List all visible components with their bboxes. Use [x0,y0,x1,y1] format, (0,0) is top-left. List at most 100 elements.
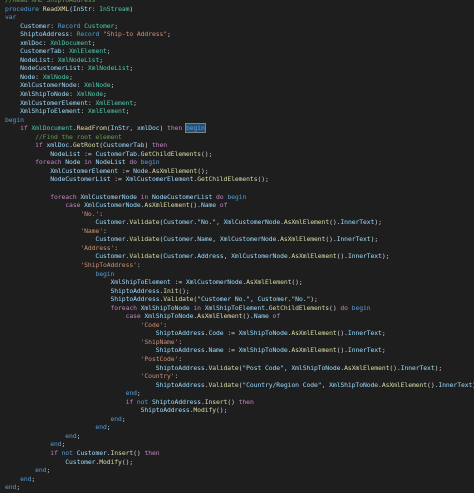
code-token: : [114,243,119,252]
code-line[interactable]: XmlShipToElement: XmlElement; [5,107,472,116]
code-line[interactable]: ShiptoAddress.Validate("Country/Region C… [5,380,474,390]
code-line[interactable]: end; [5,475,472,484]
code-token: end [5,483,17,492]
code-token: NodeCustomerList [151,192,213,201]
code-line[interactable]: XmlCustomerNode: XmlNode; [5,81,472,90]
code-line[interactable]: Node: XmlNode; [5,73,472,82]
code-token: , [216,218,224,227]
code-token: := [118,166,134,175]
code-token: (). [242,312,254,321]
code-line[interactable]: Customer.Validate(Customer."No.", XmlCus… [5,218,472,227]
code-line[interactable]: procedure ReadXML(InStr: InStream) [5,5,472,14]
code-line[interactable]: var [5,13,472,22]
code-line[interactable]: //Find the root element [5,133,472,142]
code-token: in [80,158,96,167]
code-line[interactable]: Customer.Validate(Customer.Address, XmlC… [5,252,472,261]
code-token: do [212,192,228,201]
code-token: Customer [257,295,288,304]
code-line[interactable]: ShiptoAddress.Modify(); [5,406,472,415]
code-line[interactable]: ShiptoAddress.Code := XmlShipToNode.AsXm… [5,329,472,338]
code-token: Insert [204,397,228,406]
code-token: then [144,448,160,457]
code-token: ShiptoAddress [140,406,190,415]
code-line[interactable]: 'Code': [5,321,472,330]
code-line[interactable]: 'PostCode': [5,355,472,364]
code-token: begin [351,303,371,312]
code-token: Modify [193,406,217,415]
code-token: in [189,303,205,312]
code-token: , [212,235,220,244]
code-line[interactable]: end; [5,432,472,441]
code-line[interactable]: if not Customer.Insert() then [5,449,472,458]
code-line[interactable]: foreach Node in NodeList do begin [5,158,472,167]
code-line[interactable]: XmlCustomerElement: XmlElement; [5,99,472,108]
code-line[interactable] [5,184,472,193]
code-line[interactable]: 'Country': [5,372,472,381]
code-line[interactable]: Customer.Modify(); [5,458,472,467]
code-line[interactable]: if not ShiptoAddress.Insert() then [5,398,472,407]
code-token: begin [184,123,206,134]
code-line[interactable]: foreach XmlShipToNode in XmlShipToElemen… [5,304,472,313]
code-token: := [223,329,239,338]
code-line[interactable]: if xmlDoc.GetRoot(CustomerTab) then [5,141,472,150]
code-line[interactable]: end; [5,389,472,398]
code-line[interactable]: Customer: Record Customer; [5,22,472,31]
code-line[interactable]: case XmlShipToNode.AsXmlElement().Name o… [5,312,472,321]
code-line[interactable]: ShiptoAddress.Validate("Post Code", XmlS… [5,364,472,373]
code-token: Name [208,346,224,355]
code-area[interactable]: //Read XML ShipToAddress procedure ReadXM… [5,0,474,492]
code-line[interactable]: ShiptoAddress.Validate("Customer No.", C… [5,295,472,304]
code-line[interactable]: foreach XmlCustomerNode in NodeCustomerL… [5,193,472,202]
code-line[interactable]: XmlShipToElement := XmlCustomerNode.AsXm… [5,278,472,287]
code-line[interactable]: end; [5,423,472,432]
code-token: of [268,312,281,321]
code-line[interactable]: CustomerTab: XmlElement; [5,47,472,56]
code-line[interactable]: ShiptoAddress.Name := XmlShipToNode.AsXm… [5,346,472,355]
code-token: (); [257,175,269,184]
code-token: XmlShipToNode [140,303,190,312]
code-line[interactable]: case XmlCustomerNode.AsXmlElement().Name… [5,201,472,210]
code-token: Customer [95,235,126,244]
code-token: ShiptoAddress [20,30,70,39]
code-token: if [125,397,137,406]
code-token: XmlCustomerElement [50,166,119,175]
code-token: (). [189,201,201,210]
code-token: AsXmlElement [291,252,337,261]
code-token: ShiptoAddress [155,380,205,389]
code-token: XmlShipToNode [20,90,70,99]
code-line[interactable]: end; [5,483,472,492]
code-line[interactable]: begin [5,270,472,279]
code-line[interactable]: end; [5,415,472,424]
code-line[interactable]: 'Name': [5,227,472,236]
code-line[interactable]: NodeList := CustomerTab.GetChildElements… [5,150,472,159]
code-line[interactable]: 'No.': [5,210,472,219]
code-token: ShiptoAddress [110,286,160,295]
code-line[interactable]: Customer.Validate(Customer.Name, XmlCust… [5,235,472,244]
code-line[interactable]: ShiptoAddress.Init(); [5,287,472,296]
code-line[interactable]: end; [5,466,472,475]
code-token: InnerText [400,363,435,372]
code-line[interactable]: NodeCustomerList: XmlNodeList; [5,64,472,73]
code-line[interactable]: if XmlDocument.ReadFrom(InStr, xmlDoc) t… [5,123,472,134]
code-line[interactable]: end; [5,440,472,449]
code-line[interactable]: NodeList: XmlNodeList; [5,56,472,65]
code-line[interactable]: NodeCustomerList := XmlCustomerElement.G… [5,175,472,184]
code-line[interactable]: XmlShipToNode: XmlNode; [5,90,472,99]
code-line[interactable]: 'ShipToAddress': [5,261,472,270]
code-line[interactable]: 'Address': [5,244,472,253]
code-line[interactable]: begin [5,116,472,125]
code-line[interactable]: XmlCustomerElement := Node.AsXmlElement(… [5,167,472,176]
code-line[interactable]: 'ShipName': [5,338,472,347]
code-line[interactable]: ShiptoAddress: Record "Ship-to Address"; [5,30,472,39]
code-line[interactable]: xmlDoc: XmlDocument; [5,39,472,48]
code-token: XmlDocument [50,38,92,47]
code-editor[interactable]: //Read XML ShipToAddress procedure ReadXM… [0,0,474,493]
code-token: "Ship-to Address" [102,30,168,39]
